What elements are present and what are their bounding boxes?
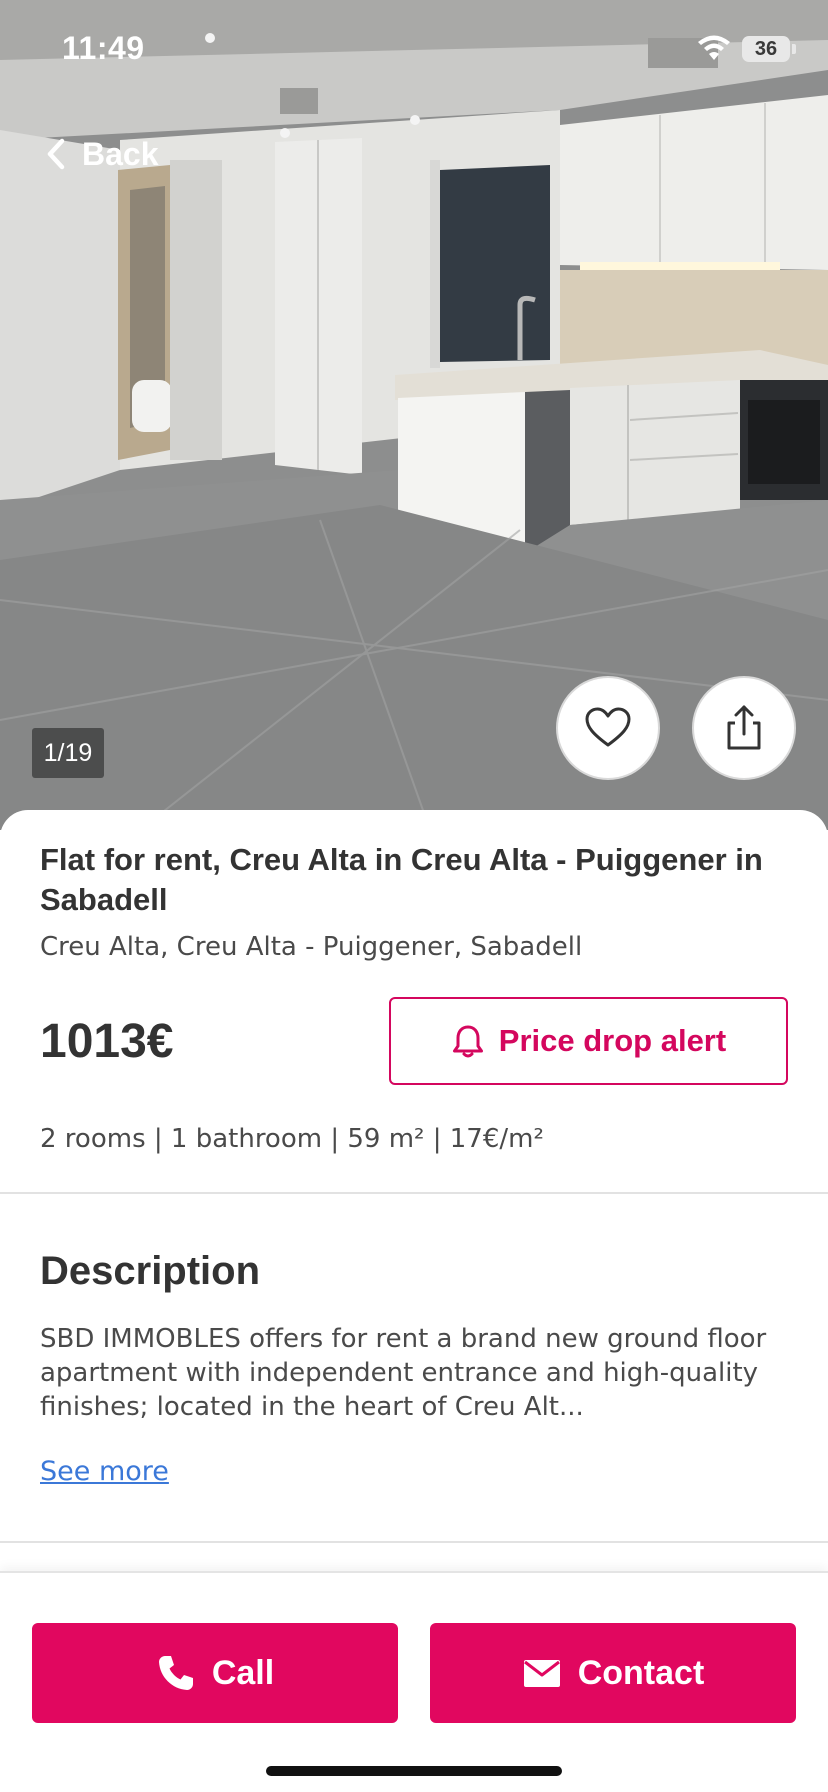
home-indicator [266, 1766, 562, 1776]
battery-tip [792, 44, 796, 54]
listing-price: 1013€ [40, 1015, 174, 1068]
call-label: Call [211, 1653, 275, 1692]
listing-features: 2 rooms | 1 bathroom | 59 m² | 17€/m² [40, 1124, 544, 1154]
price-drop-alert-button[interactable]: Price drop alert [389, 997, 788, 1085]
divider [0, 1541, 828, 1543]
bell-icon [452, 1025, 483, 1058]
back-button[interactable]: Back [44, 132, 159, 176]
listing-address: Creu Alta, Creu Alta - Puiggener, Sabade… [40, 932, 583, 962]
contact-label: Contact [577, 1653, 705, 1692]
see-more-link[interactable]: See more [40, 1454, 169, 1490]
description-text: SBD IMMOBLES offers for rent a brand new… [40, 1324, 767, 1422]
bottom-action-bar: Call Contact [0, 1571, 828, 1792]
price-drop-alert-label: Price drop alert [498, 1023, 727, 1058]
call-button[interactable]: Call [32, 1623, 398, 1723]
wifi-icon [698, 35, 730, 60]
chevron-left-icon [47, 138, 65, 170]
share-button[interactable] [692, 676, 796, 780]
heart-icon [585, 707, 631, 747]
mail-icon [523, 1660, 560, 1687]
phone-icon [158, 1656, 193, 1690]
status-bar: 11:49 36 [0, 0, 828, 100]
favorite-button[interactable] [556, 676, 660, 780]
contact-button[interactable]: Contact [430, 1623, 796, 1723]
battery-indicator: 36 [742, 36, 790, 62]
description-heading: Description [40, 1249, 261, 1293]
listing-photo[interactable]: 11:49 36 Back 1/19 [0, 0, 828, 830]
listing-title: Flat for rent, Creu Alta in Creu Alta - … [40, 842, 763, 917]
back-label: Back [82, 135, 159, 172]
divider [0, 1192, 828, 1194]
status-time: 11:49 [62, 30, 145, 66]
photo-counter: 1/19 [32, 728, 104, 778]
share-icon [727, 705, 761, 750]
listing-details: Flat for rent, Creu Alta in Creu Alta - … [0, 810, 828, 1570]
